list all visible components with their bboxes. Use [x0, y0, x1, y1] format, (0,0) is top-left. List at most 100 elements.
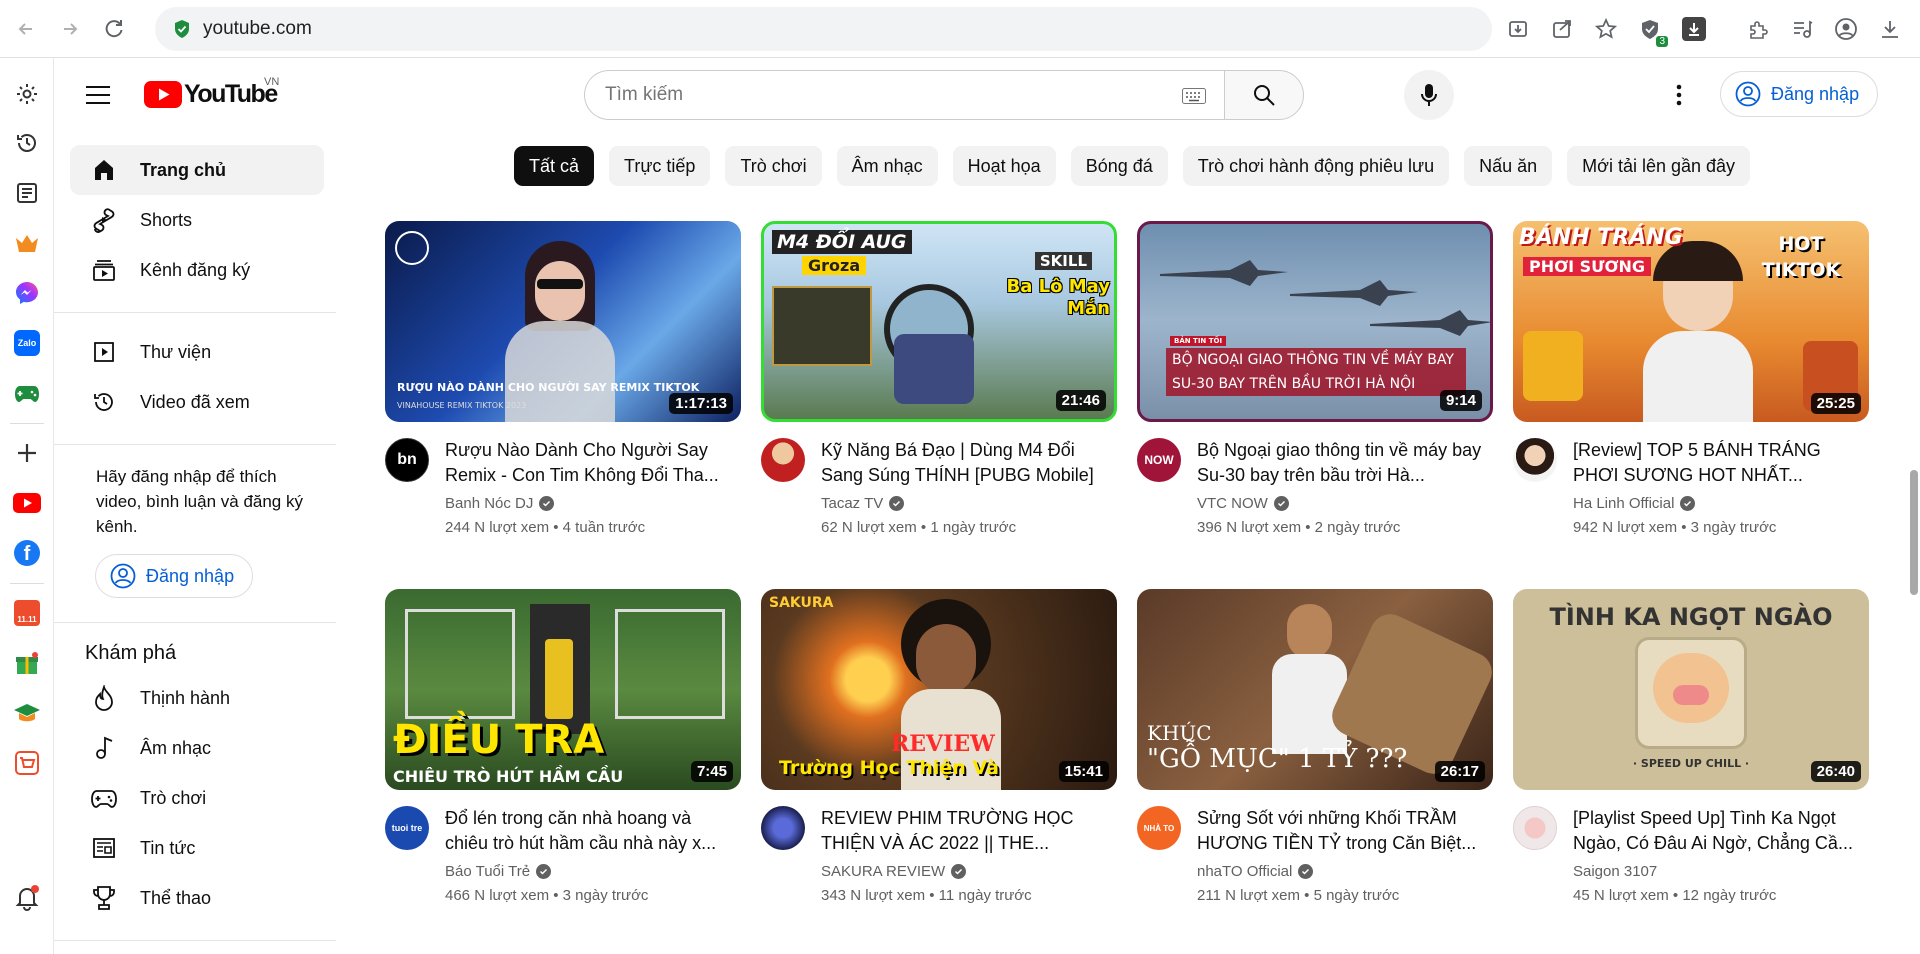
channel-name-row[interactable]: Ha Linh Official: [1573, 495, 1696, 512]
channel-avatar[interactable]: NHÀ TO: [1137, 806, 1181, 850]
microphone-icon: [1421, 84, 1437, 106]
page-scrollbar[interactable]: [1910, 470, 1918, 595]
history-icon: [90, 388, 118, 416]
search-input[interactable]: Tìm kiếm: [584, 70, 1224, 120]
video-title[interactable]: [Review] TOP 5 BÁNH TRÁNG PHƠI SƯƠNG HOT…: [1573, 438, 1863, 488]
menu-hamburger-icon[interactable]: [78, 75, 118, 115]
chip-music[interactable]: Âm nhạc: [836, 146, 938, 186]
channel-name-row[interactable]: VTC NOW: [1197, 495, 1289, 512]
education-cap-icon[interactable]: [12, 698, 42, 728]
video-title[interactable]: Rượu Nào Dành Cho Người Say Remix - Con …: [445, 438, 735, 488]
gaming-icon: [90, 784, 118, 812]
video-title[interactable]: Kỹ Năng Bá Đạo | Dùng M4 Đổi Sang Súng T…: [821, 438, 1111, 488]
channel-name: Ha Linh Official: [1573, 495, 1675, 512]
chip-cooking[interactable]: Nấu ăn: [1464, 146, 1553, 186]
channel-avatar[interactable]: [761, 806, 805, 850]
channel-name-row[interactable]: Báo Tuổi Trẻ: [445, 863, 552, 880]
sign-in-button[interactable]: Đăng nhập: [1720, 71, 1879, 117]
video-title[interactable]: REVIEW PHIM TRƯỜNG HỌC THIỆN VÀ ÁC 2022 …: [821, 806, 1111, 856]
share-icon[interactable]: [1540, 7, 1584, 51]
facebook-icon[interactable]: f: [12, 538, 42, 568]
channel-name-row[interactable]: Banh Nóc DJ: [445, 495, 555, 512]
guide-item-history[interactable]: Video đã xem: [70, 377, 324, 427]
channel-name-row[interactable]: SAKURA REVIEW: [821, 863, 967, 880]
video-thumbnail[interactable]: ĐIỀU TRA CHIÊU TRÒ HÚT HẦM CẦU 7:45: [385, 589, 741, 790]
bookmark-star-icon[interactable]: [1584, 7, 1628, 51]
video-title[interactable]: Sửng Sốt với những Khối TRẦM HƯƠNG TIỀN …: [1197, 806, 1487, 856]
extensions-puzzle-icon[interactable]: [1736, 7, 1780, 51]
channel-avatar[interactable]: tuoi tre: [385, 806, 429, 850]
chip-gaming[interactable]: Trò chơi: [725, 146, 822, 186]
video-meta: 942 N lượt xem • 3 ngày trước: [1573, 519, 1777, 536]
media-control-icon[interactable]: [1780, 7, 1824, 51]
channel-avatar[interactable]: NOW: [1137, 438, 1181, 482]
guide-item-library[interactable]: Thư viện: [70, 327, 324, 377]
add-panel-icon[interactable]: [12, 438, 42, 468]
video-thumbnail[interactable]: TÌNH KA NGỌT NGÀO · SPEED UP CHILL · 26:…: [1513, 589, 1869, 790]
forward-arrow-icon[interactable]: [52, 11, 88, 47]
reading-list-icon[interactable]: [12, 178, 42, 208]
chip-all[interactable]: Tất cả: [514, 146, 595, 186]
notification-bell-icon[interactable]: [12, 883, 42, 913]
youtube-logo[interactable]: YouTube: [144, 80, 278, 109]
download-extension-icon[interactable]: [1672, 7, 1716, 51]
guide-item-trending[interactable]: Thịnh hành: [70, 673, 324, 723]
video-thumbnail[interactable]: SAKURA REVIEW Trường Học Thiện Và 15:41: [761, 589, 1117, 790]
youtube-app-icon[interactable]: [12, 488, 42, 518]
guide-item-news[interactable]: Tin tức: [70, 823, 324, 873]
install-app-icon[interactable]: [1496, 7, 1540, 51]
chip-animation[interactable]: Hoạt họa: [952, 146, 1056, 186]
thumbnail-label-skill: SKILL: [1034, 252, 1092, 270]
chip-recently-uploaded[interactable]: Mới tải lên gần đây: [1567, 146, 1751, 186]
verified-check-icon: [1273, 496, 1289, 511]
search-button[interactable]: [1224, 70, 1304, 120]
guide-item-subscriptions[interactable]: Kênh đăng ký: [70, 245, 324, 295]
guide-item-label: Video đã xem: [140, 391, 250, 412]
voice-search-button[interactable]: [1404, 70, 1454, 120]
zalo-icon[interactable]: Zalo: [12, 328, 42, 358]
channel-avatar[interactable]: [761, 438, 805, 482]
keyboard-icon[interactable]: [1182, 88, 1206, 104]
gift-icon[interactable]: [12, 648, 42, 678]
guide-item-music[interactable]: Âm nhạc: [70, 723, 324, 773]
video-title[interactable]: Bộ Ngoại giao thông tin về máy bay Su-30…: [1197, 438, 1487, 488]
address-bar[interactable]: youtube.com: [155, 7, 1492, 51]
channel-name-row[interactable]: nhaTO Official: [1197, 863, 1314, 880]
chip-action-adventure[interactable]: Trò chơi hành động phiêu lưu: [1182, 146, 1450, 186]
video-thumbnail[interactable]: BÁNH TRÁNG PHƠI SƯƠNG HOT TIKTOK 25:25: [1513, 221, 1869, 422]
browser-side-rail: Zalo f 11.11: [0, 58, 54, 954]
video-title[interactable]: Đổ lén trong căn nhà hoang và chiêu trò …: [445, 806, 735, 856]
messenger-icon[interactable]: [12, 278, 42, 308]
video-title[interactable]: [Playlist Speed Up] Tình Ka Ngọt Ngào, C…: [1573, 806, 1863, 856]
shopping-cart-icon[interactable]: [12, 748, 42, 778]
guide-item-shorts[interactable]: Shorts: [70, 195, 324, 245]
back-arrow-icon[interactable]: [8, 11, 44, 47]
guide-item-sports[interactable]: Thể thao: [70, 873, 324, 923]
channel-avatar[interactable]: [1513, 806, 1557, 850]
video-duration: 1:17:13: [669, 393, 733, 414]
more-options-icon[interactable]: [1659, 75, 1699, 115]
video-thumbnail[interactable]: BẢN TIN TỐI BỘ NGOẠI GIAO THÔNG TIN VỀ M…: [1137, 221, 1493, 422]
history-clock-icon[interactable]: [12, 128, 42, 158]
settings-gear-icon[interactable]: [12, 79, 42, 109]
guide-item-gaming[interactable]: Trò chơi: [70, 773, 324, 823]
channel-name-row[interactable]: Saigon 3107: [1573, 863, 1657, 880]
adblock-shield-icon[interactable]: 3: [1628, 7, 1672, 51]
crown-icon[interactable]: [12, 228, 42, 258]
chip-football[interactable]: Bóng đá: [1070, 146, 1168, 186]
shopee-sale-icon[interactable]: 11.11: [12, 598, 42, 628]
chip-live[interactable]: Trực tiếp: [609, 146, 711, 186]
channel-name-row[interactable]: Tacaz TV: [821, 495, 905, 512]
game-controller-icon[interactable]: [12, 378, 42, 408]
channel-avatar[interactable]: [1513, 438, 1557, 482]
channel-avatar[interactable]: bn: [385, 438, 429, 482]
video-thumbnail[interactable]: RƯỢU NÀO DÀNH CHO NGƯỜI SAY REMIX TIKTOK…: [385, 221, 741, 422]
upload-age: 3 ngày trước: [562, 887, 649, 904]
guide-sign-in-button[interactable]: Đăng nhập: [95, 554, 254, 598]
guide-item-home[interactable]: Trang chủ: [70, 145, 324, 195]
video-thumbnail[interactable]: M4 ĐỔI AUG Groza SKILL Ba Lô May Mắn 21:…: [761, 221, 1117, 422]
downloads-icon[interactable]: [1868, 7, 1912, 51]
video-thumbnail[interactable]: KHÚC "GỖ MỤC" 1 TỶ ??? 26:17: [1137, 589, 1493, 790]
reload-icon[interactable]: [96, 11, 132, 47]
profile-icon[interactable]: [1824, 7, 1868, 51]
